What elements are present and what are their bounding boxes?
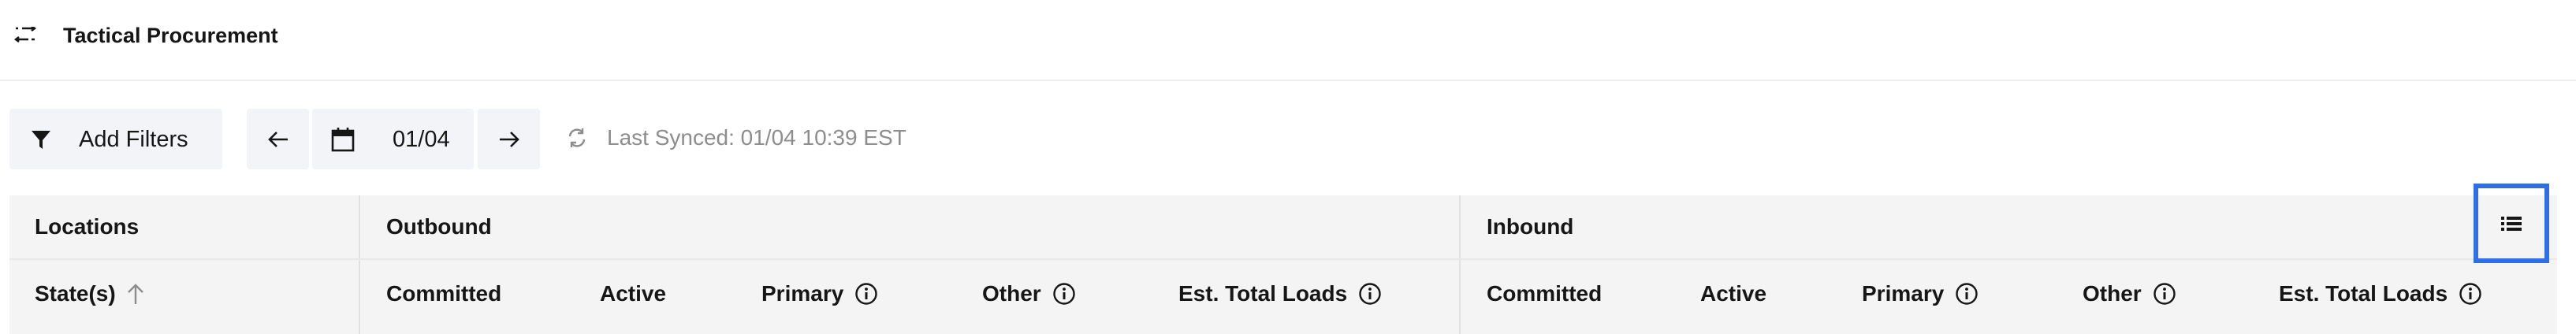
group-header-outbound: Outbound xyxy=(386,214,492,239)
column-header-inbound-active[interactable]: Active xyxy=(1700,280,1766,307)
column-header-outbound-primary-label: Primary xyxy=(761,281,844,306)
column-header-outbound-active[interactable]: Active xyxy=(600,280,666,307)
info-icon[interactable] xyxy=(1955,282,1979,306)
column-header-outbound-est-total-loads[interactable]: Est. Total Loads xyxy=(1178,280,1382,307)
column-header-outbound-other[interactable]: Other xyxy=(982,280,1076,307)
sort-ascending-icon[interactable] xyxy=(125,282,146,306)
column-header-inbound-other[interactable]: Other xyxy=(2083,280,2176,307)
date-picker-button[interactable]: 01/04 xyxy=(312,109,474,169)
column-header-inbound-est-total-loads-label: Est. Total Loads xyxy=(2279,281,2448,306)
column-header-outbound-est-total-loads-label: Est. Total Loads xyxy=(1178,281,1348,306)
info-icon[interactable] xyxy=(2153,282,2176,306)
top-bar: Tactical Procurement xyxy=(0,0,2576,81)
group-header-inbound: Inbound xyxy=(1487,214,1574,239)
info-icon[interactable] xyxy=(854,282,878,306)
add-filters-button[interactable]: Add Filters xyxy=(9,109,222,169)
previous-date-button[interactable] xyxy=(247,109,309,169)
arrow-right-icon xyxy=(499,131,519,147)
calendar-icon xyxy=(331,127,355,151)
list-view-icon xyxy=(2501,216,2522,231)
column-header-outbound-primary[interactable]: Primary xyxy=(761,280,878,307)
sync-status: Last Synced: 01/04 10:39 EST xyxy=(566,124,906,151)
data-table-header: Locations Outbound Inbound State(s) Comm… xyxy=(9,195,2557,334)
arrow-left-icon xyxy=(267,131,288,147)
info-icon[interactable] xyxy=(1052,282,1076,306)
add-filters-label: Add Filters xyxy=(79,126,188,152)
swap-arrows-icon[interactable] xyxy=(14,27,36,44)
page-title: Tactical Procurement xyxy=(63,24,278,47)
column-header-inbound-committed[interactable]: Committed xyxy=(1487,280,1602,307)
column-settings-button[interactable] xyxy=(2474,184,2549,263)
column-header-outbound-other-label: Other xyxy=(982,281,1041,306)
column-header-inbound-primary-label: Primary xyxy=(1862,281,1945,306)
next-date-button[interactable] xyxy=(478,109,540,169)
group-header-row: Locations Outbound Inbound xyxy=(9,195,2557,258)
sync-icon[interactable] xyxy=(566,127,588,149)
column-header-row: State(s) Committed Active Primary Other xyxy=(9,258,2557,326)
filter-icon xyxy=(32,130,50,149)
column-header-outbound-committed[interactable]: Committed xyxy=(386,280,501,307)
info-icon[interactable] xyxy=(1358,282,1382,306)
column-header-inbound-other-label: Other xyxy=(2083,281,2142,306)
date-value: 01/04 xyxy=(393,126,450,152)
group-header-locations: Locations xyxy=(35,214,140,239)
info-icon[interactable] xyxy=(2459,282,2482,306)
column-header-inbound-est-total-loads[interactable]: Est. Total Loads xyxy=(2279,280,2482,307)
column-header-state[interactable]: State(s) xyxy=(35,280,146,307)
last-synced-text: Last Synced: 01/04 10:39 EST xyxy=(607,125,906,150)
column-header-state-label: State(s) xyxy=(35,281,116,306)
column-header-inbound-primary[interactable]: Primary xyxy=(1862,280,1979,307)
